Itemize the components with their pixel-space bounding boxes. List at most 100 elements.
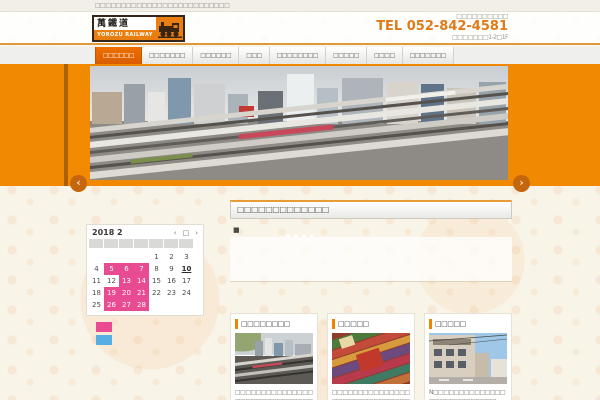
column-caption: □□□□□□□□□□□□□□□□□□□□□□□□□□□□□□□□□□	[332, 389, 410, 400]
calendar-day[interactable]: 14	[134, 275, 149, 287]
calendar-week-row: 11 12 13 14 15 16 17	[89, 275, 201, 287]
calendar-day[interactable]: 23	[164, 287, 179, 299]
calendar-day[interactable]: 7	[134, 263, 149, 275]
heading-accent-bar	[235, 319, 238, 329]
calendar-today-icon[interactable]: □	[183, 229, 190, 237]
column-photo-storefront[interactable]	[429, 333, 507, 384]
weekday-cell	[119, 239, 133, 248]
legend-closed-swatch	[96, 322, 112, 332]
column-title: □□□□□□□□	[241, 320, 290, 328]
calendar-week-row: 123	[89, 251, 201, 263]
weekday-cell	[149, 239, 163, 248]
weekday-cell	[89, 239, 103, 248]
calendar-nav: ‹ □ ›	[174, 229, 198, 237]
calendar-day[interactable]: 18	[89, 287, 104, 299]
calendar-day	[119, 251, 134, 263]
calendar-weekday-row	[89, 239, 201, 251]
nav-tab-home[interactable]: □□□□□□	[95, 47, 143, 64]
nav-tabs: □□□□□□ □□□□□□□ □□□□□□ □□□ □□□□□□□□ □□□□□…	[95, 47, 454, 64]
calendar-day[interactable]: 4	[89, 263, 104, 275]
calendar-day[interactable]: 10	[179, 263, 194, 275]
sidebar: 2018 2 ‹ □ › 1 2 3 4 5 6 7 8 9 10 11 12 13	[86, 224, 206, 348]
calendar-day	[89, 251, 104, 263]
calendar-day[interactable]: 9	[164, 263, 179, 275]
calendar-week-row: 4 5 6 7 8 9 10	[89, 263, 201, 275]
nav-tab-6[interactable]: □□□□□	[326, 47, 367, 64]
logo-romaji: YOROZU RAILWAY	[94, 30, 156, 40]
weekday-cell	[104, 239, 118, 248]
main-column: □□□□□□□□□□□□□ ■ □□□□□□□□ □□□□□□□□□□□□□□□…	[230, 200, 512, 400]
calendar-day[interactable]: 6	[119, 263, 134, 275]
calendar-day[interactable]: 12	[104, 275, 119, 287]
carousel-slide-photo	[90, 66, 508, 180]
calendar-legend	[96, 322, 206, 345]
calendar-day[interactable]: 2	[164, 251, 179, 263]
calendar-day[interactable]: 11	[89, 275, 104, 287]
site-header: 萬鐵道 YOROZU RAILWAY □□□□□□□□□□ TEL 052-84…	[0, 12, 600, 45]
calendar-day[interactable]: 5	[104, 263, 119, 275]
nav-tab-3[interactable]: □□□□□□	[193, 47, 240, 64]
news-bullet-icon: ■	[233, 226, 240, 234]
content-area: 2018 2 ‹ □ › 1 2 3 4 5 6 7 8 9 10 11 12 13	[0, 186, 600, 400]
business-calendar: 2018 2 ‹ □ › 1 2 3 4 5 6 7 8 9 10 11 12 13	[86, 224, 204, 316]
calendar-day[interactable]: 16	[164, 275, 179, 287]
nav-tab-2[interactable]: □□□□□□□	[142, 47, 194, 64]
feature-column-access: □□□□□ N□□□□□□□□□□□□□□	[424, 313, 512, 400]
site-logo[interactable]: 萬鐵道 YOROZU RAILWAY	[92, 15, 185, 42]
news-body	[230, 237, 512, 282]
feature-column-shop: □□□□□□□□ □□□□□□□□□□□□□□□	[230, 313, 318, 400]
column-caption: □□□□□□□□□□□□□□□□□□□□□□□□□□□□□□□□□□□□□□□□…	[235, 389, 313, 400]
column-heading: □□□□□	[429, 318, 507, 330]
weekday-cell	[164, 239, 178, 248]
nav-tab-8[interactable]: □□□□□□□	[402, 47, 454, 64]
top-utility-bar: □□□□□□□□□□□□□□□□□□□□□□□□□□	[0, 0, 600, 12]
logo-locomotive-icon	[156, 17, 183, 40]
calendar-day	[134, 251, 149, 263]
column-photo-layout[interactable]	[235, 333, 313, 384]
nav-tab-7[interactable]: □□□□	[366, 47, 403, 64]
calendar-week-row: 18 19 20 21 22 23 24	[89, 287, 201, 299]
calendar-prev-icon[interactable]: ‹	[174, 229, 177, 237]
calendar-day[interactable]: 13	[119, 275, 134, 287]
calendar-month-title: 2018 2	[92, 228, 123, 237]
calendar-day	[104, 251, 119, 263]
news-section-heading: □□□□□□□□□□□□□	[230, 200, 512, 219]
calendar-day[interactable]: 24	[179, 287, 194, 299]
weekday-cell	[179, 239, 193, 248]
nav-tab-5[interactable]: □□□□□□□□	[269, 47, 327, 64]
calendar-next-icon[interactable]: ›	[195, 229, 198, 237]
weekday-cell	[134, 239, 148, 248]
calendar-day[interactable]: 15	[149, 275, 164, 287]
calendar-day	[149, 299, 164, 311]
logo-text-block: 萬鐵道 YOROZU RAILWAY	[94, 17, 156, 40]
calendar-day[interactable]: 21	[134, 287, 149, 299]
calendar-day[interactable]: 17	[179, 275, 194, 287]
address-line: □□□□□□□1-2□1F	[452, 34, 508, 41]
column-heading: □□□□□□□□	[235, 318, 313, 330]
site-description: □□□□□□□□□□□□□□□□□□□□□□□□□□	[95, 2, 230, 9]
calendar-day[interactable]: 25	[89, 299, 104, 311]
column-caption: N□□□□□□□□□□□□□□□□□□□□□□□□□□□	[429, 389, 506, 400]
calendar-day[interactable]: 27	[119, 299, 134, 311]
legend-event-swatch	[96, 335, 112, 345]
news-panel: ■	[230, 224, 512, 284]
column-photo-products[interactable]	[332, 333, 410, 384]
calendar-day[interactable]: 28	[134, 299, 149, 311]
phone-number: TEL 052-842-4581	[376, 19, 508, 34]
column-title: □□□□□	[435, 320, 466, 328]
nav-tab-4[interactable]: □□□	[239, 47, 270, 64]
calendar-day[interactable]: 1	[149, 251, 164, 263]
previous-slide-edge	[64, 64, 68, 186]
feature-column-products: □□□□□ □□□□□□□□□□□□□□□	[327, 313, 415, 400]
calendar-day[interactable]: 20	[119, 287, 134, 299]
main-navigation: □□□□□□ □□□□□□□ □□□□□□ □□□ □□□□□□□□ □□□□□…	[0, 47, 600, 64]
calendar-header: 2018 2 ‹ □ ›	[89, 228, 201, 239]
calendar-day[interactable]: 26	[104, 299, 119, 311]
calendar-day[interactable]: 3	[179, 251, 194, 263]
calendar-day[interactable]: 22	[149, 287, 164, 299]
calendar-day	[179, 299, 194, 311]
logo-title: 萬鐵道	[97, 19, 131, 29]
heading-accent-bar	[332, 319, 335, 329]
calendar-day[interactable]: 19	[104, 287, 119, 299]
calendar-day[interactable]: 8	[149, 263, 164, 275]
